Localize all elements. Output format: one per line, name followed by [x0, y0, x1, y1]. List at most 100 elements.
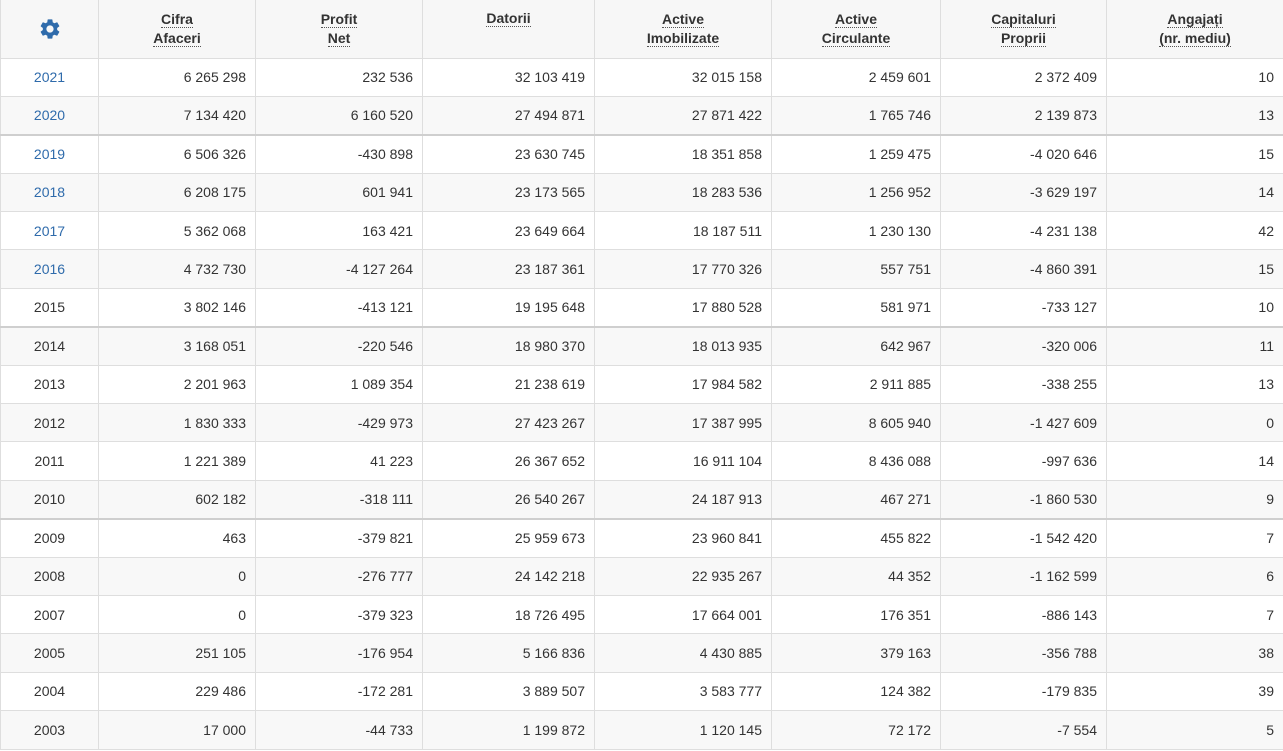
- capitaluri-proprii-cell: -338 255: [940, 365, 1107, 405]
- year-label: 2007: [33, 606, 66, 623]
- capitaluri-proprii-cell: 2 372 409: [940, 58, 1107, 97]
- capitaluri-proprii-cell: -1 427 609: [940, 403, 1107, 443]
- datorii-cell: 23 649 664: [422, 211, 595, 251]
- profit-net-cell: -430 898: [255, 133, 423, 174]
- active-imobilizate-cell: 17 984 582: [594, 365, 772, 405]
- profit-net-cell: 163 421: [255, 211, 423, 251]
- active-circulante-cell: 2 459 601: [771, 58, 941, 97]
- active-circulante-cell: 467 271: [771, 480, 941, 520]
- table-row: 2017 5 362 068 163 421 23 649 664 18 187 511…: [0, 211, 1283, 251]
- financial-data-table: Cifra Afaceri Profit Net Datorii Active Imo…: [0, 0, 1283, 750]
- cifra-afaceri-cell: 1 221 389: [98, 441, 256, 481]
- angajati-cell: 11: [1106, 325, 1283, 366]
- active-circulante-cell: 1 259 475: [771, 133, 941, 174]
- year-cell: 2004: [0, 672, 99, 712]
- table-row: 2018 6 208 175 601 941 23 173 565 18 283 536…: [0, 173, 1283, 213]
- header-active-circulante[interactable]: Active Circulante: [771, 0, 941, 59]
- table-row: 2015 3 802 146 -413 121 19 195 648 17 880 52…: [0, 288, 1283, 328]
- active-imobilizate-cell: 18 283 536: [594, 173, 772, 213]
- active-imobilizate-cell: 17 770 326: [594, 249, 772, 289]
- active-imobilizate-cell: 17 387 995: [594, 403, 772, 443]
- table-row: 2005 251 105 -176 954 5 166 836 4 430 885 379…: [0, 633, 1283, 673]
- cifra-afaceri-cell: 7 134 420: [98, 96, 256, 136]
- year-cell: 2013: [0, 365, 99, 405]
- capitaluri-proprii-cell: -1 542 420: [940, 517, 1107, 558]
- cifra-afaceri-cell: 0: [98, 557, 256, 596]
- settings-header-cell[interactable]: [0, 0, 99, 59]
- year-cell: 2015: [0, 288, 99, 328]
- active-imobilizate-cell: 3 583 777: [594, 672, 772, 712]
- table-row: 2008 0 -276 777 24 142 218 22 935 267 44 352-…: [0, 557, 1283, 596]
- datorii-cell: 18 980 370: [422, 325, 595, 366]
- active-imobilizate-cell: 23 960 841: [594, 517, 772, 558]
- angajati-cell: 14: [1106, 173, 1283, 213]
- active-imobilizate-cell: 24 187 913: [594, 480, 772, 520]
- cifra-afaceri-cell: 6 208 175: [98, 173, 256, 213]
- angajati-cell: 38: [1106, 633, 1283, 673]
- cifra-afaceri-cell: 5 362 068: [98, 211, 256, 251]
- active-circulante-cell: 8 605 940: [771, 403, 941, 443]
- active-circulante-cell: 379 163: [771, 633, 941, 673]
- table-row: 2003 17 000 -44 733 1 199 872 1 120 145 72 17…: [0, 710, 1283, 750]
- active-imobilizate-cell: 22 935 267: [594, 557, 772, 596]
- cifra-afaceri-cell: 2 201 963: [98, 365, 256, 405]
- year-cell: 2014: [0, 325, 99, 366]
- active-imobilizate-cell: 1 120 145: [594, 710, 772, 750]
- year-label: 2013: [33, 376, 66, 393]
- active-circulante-cell: 455 822: [771, 517, 941, 558]
- header-active-imobilizate[interactable]: Active Imobilizate: [594, 0, 772, 59]
- profit-net-cell: -413 121: [255, 288, 423, 328]
- year-link[interactable]: 2019: [34, 146, 65, 162]
- table-row: 2013 2 201 963 1 089 354 21 238 619 17 984 5…: [0, 365, 1283, 405]
- table-row: 2004 229 486 -172 281 3 889 507 3 583 777 124…: [0, 672, 1283, 712]
- year-link[interactable]: 2016: [34, 261, 65, 277]
- cifra-afaceri-cell: 4 732 730: [98, 249, 256, 289]
- active-circulante-cell: 1 256 952: [771, 173, 941, 213]
- header-profit-net[interactable]: Profit Net: [255, 0, 423, 59]
- datorii-cell: 1 199 872: [422, 710, 595, 750]
- active-circulante-cell: 1 765 746: [771, 96, 941, 136]
- profit-net-cell: -276 777: [255, 557, 423, 596]
- year-link[interactable]: 2017: [34, 223, 65, 239]
- year-link[interactable]: 2018: [34, 184, 65, 200]
- table-row: 2011 1 221 389 41 223 26 367 652 16 911 104 8…: [0, 441, 1283, 481]
- year-label: 2014: [33, 338, 66, 355]
- active-imobilizate-cell: 4 430 885: [594, 633, 772, 673]
- datorii-cell: 26 367 652: [422, 441, 595, 481]
- active-imobilizate-cell: 17 880 528: [594, 288, 772, 328]
- capitaluri-proprii-cell: -1 162 599: [940, 557, 1107, 596]
- active-circulante-cell: 1 230 130: [771, 211, 941, 251]
- table-row: 2009 463 -379 821 25 959 673 23 960 841 455 8…: [0, 517, 1283, 558]
- header-datorii[interactable]: Datorii: [422, 0, 595, 59]
- header-capitaluri-proprii[interactable]: Capitaluri Proprii: [940, 0, 1107, 59]
- header-angajati[interactable]: Angajați (nr. mediu): [1106, 0, 1283, 59]
- year-cell: 2021: [0, 58, 99, 97]
- profit-net-cell: 601 941: [255, 173, 423, 213]
- cifra-afaceri-cell: 6 265 298: [98, 58, 256, 97]
- table-body: 2021 6 265 298 232 536 32 103 419 32 015 158…: [0, 58, 1283, 750]
- profit-net-cell: -220 546: [255, 325, 423, 366]
- table-row: 2014 3 168 051 -220 546 18 980 370 18 013 93…: [0, 325, 1283, 366]
- datorii-cell: 24 142 218: [422, 557, 595, 596]
- year-cell: 2012: [0, 403, 99, 443]
- angajati-cell: 7: [1106, 595, 1283, 635]
- table-row: 2007 0 -379 323 18 726 495 17 664 001 176 351…: [0, 595, 1283, 635]
- active-circulante-cell: 44 352: [771, 557, 941, 596]
- profit-net-cell: -318 111: [255, 480, 423, 520]
- year-cell: 2007: [0, 595, 99, 635]
- year-link[interactable]: 2020: [34, 107, 65, 123]
- header-cifra-afaceri[interactable]: Cifra Afaceri: [98, 0, 256, 59]
- table-row: 2016 4 732 730 -4 127 264 23 187 361 17 770 …: [0, 249, 1283, 289]
- datorii-cell: 23 187 361: [422, 249, 595, 289]
- year-label: 2015: [33, 299, 66, 316]
- datorii-cell: 23 173 565: [422, 173, 595, 213]
- year-cell: 2008: [0, 557, 99, 596]
- capitaluri-proprii-cell: -1 860 530: [940, 480, 1107, 520]
- cifra-afaceri-cell: 1 830 333: [98, 403, 256, 443]
- year-link[interactable]: 2021: [34, 69, 65, 85]
- cifra-afaceri-cell: 0: [98, 595, 256, 635]
- gear-icon[interactable]: [38, 17, 62, 41]
- year-label: 2003: [33, 721, 66, 738]
- angajati-cell: 7: [1106, 517, 1283, 558]
- capitaluri-proprii-cell: -4 231 138: [940, 211, 1107, 251]
